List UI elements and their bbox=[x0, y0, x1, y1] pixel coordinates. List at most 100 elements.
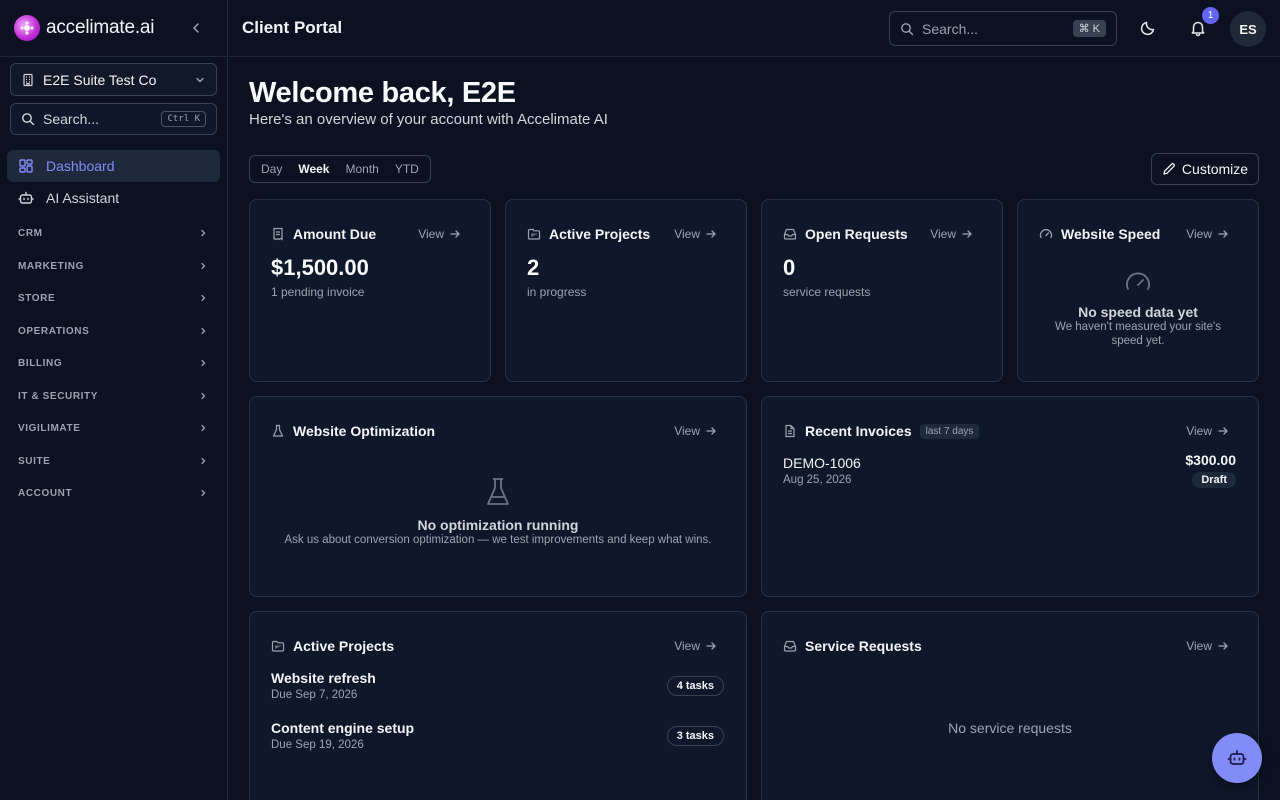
arrow-right-icon bbox=[961, 228, 973, 240]
card-title: Recent Invoices bbox=[805, 423, 912, 439]
gauge-icon bbox=[1018, 268, 1258, 296]
page-title: Client Portal bbox=[242, 18, 343, 37]
arrow-right-icon bbox=[1217, 425, 1229, 437]
card-title: Service Requests bbox=[805, 638, 922, 654]
sidebar-group-account[interactable]: ACCOUNT bbox=[18, 483, 208, 503]
view-link[interactable]: View bbox=[418, 227, 461, 241]
invoice-date: Aug 25, 2026 bbox=[783, 474, 852, 486]
collapse-sidebar-chevron-left-icon[interactable] bbox=[188, 20, 204, 36]
view-link[interactable]: View bbox=[674, 424, 717, 438]
sidebar-group-crm[interactable]: CRM bbox=[18, 223, 208, 243]
speed-empty-state: No speed data yet We haven't measured yo… bbox=[1018, 268, 1258, 348]
invoice-amount-group: $300.00 Draft bbox=[1185, 452, 1236, 488]
chevron-down-icon bbox=[194, 74, 206, 86]
view-label: View bbox=[674, 424, 700, 438]
inbox-icon bbox=[783, 227, 797, 241]
sidebar-item-dashboard[interactable]: Dashboard bbox=[7, 150, 220, 182]
brand-logo-icon bbox=[14, 15, 40, 41]
view-link[interactable]: View bbox=[1186, 424, 1229, 438]
sidebar-group-operations[interactable]: OPERATIONS bbox=[18, 321, 208, 341]
organization-name: E2E Suite Test Co bbox=[43, 71, 157, 88]
open-requests-card: Open Requests View 0 service requests bbox=[761, 199, 1003, 382]
project-row[interactable]: Website refresh Due Sep 7, 2026 bbox=[271, 670, 376, 701]
arrow-right-icon bbox=[705, 425, 717, 437]
moon-icon[interactable] bbox=[1139, 19, 1157, 37]
brand[interactable]: accelimate.ai bbox=[14, 14, 154, 42]
sidebar-item-ai-assistant[interactable]: AI Assistant bbox=[7, 182, 220, 214]
sidebar-group-billing[interactable]: BILLING bbox=[18, 353, 208, 373]
pencil-icon bbox=[1162, 162, 1176, 176]
arrow-right-icon bbox=[1217, 640, 1229, 652]
customize-button[interactable]: Customize bbox=[1151, 153, 1259, 185]
open-requests-note: service requests bbox=[783, 285, 871, 299]
card-title: Active Projects bbox=[549, 226, 651, 242]
speed-empty-desc: We haven't measured your site's speed ye… bbox=[1055, 321, 1221, 347]
receipt-icon bbox=[271, 227, 285, 241]
inbox-icon bbox=[783, 639, 797, 653]
folder-kanban-icon bbox=[271, 639, 285, 653]
sidebar-group-label: MARKETING bbox=[18, 260, 84, 272]
sidebar-search-input[interactable]: Search... Ctrl K bbox=[10, 103, 217, 135]
view-link[interactable]: View bbox=[674, 639, 717, 653]
avatar[interactable]: ES bbox=[1230, 11, 1266, 47]
invoice-row[interactable]: DEMO-1006 Aug 25, 2026 bbox=[783, 455, 861, 486]
bot-icon bbox=[1227, 748, 1247, 768]
customize-label: Customize bbox=[1181, 161, 1249, 177]
optimization-empty-desc: Ask us about conversion optimization — w… bbox=[284, 534, 712, 546]
service-requests-card: Service Requests View No service request… bbox=[761, 611, 1259, 800]
global-search-input[interactable]: Search... ⌘ K bbox=[889, 11, 1117, 46]
date-range-badge: last 7 days bbox=[919, 423, 980, 439]
arrow-right-icon bbox=[705, 640, 717, 652]
arrow-right-icon bbox=[705, 228, 717, 240]
chevron-right-icon bbox=[198, 326, 208, 336]
view-link[interactable]: View bbox=[1186, 227, 1229, 241]
range-tab-ytd[interactable]: YTD bbox=[387, 158, 427, 180]
view-link[interactable]: View bbox=[674, 227, 717, 241]
sidebar-group-label: VIGILIMATE bbox=[18, 422, 81, 434]
project-due-date: Due Sep 19, 2026 bbox=[271, 739, 364, 751]
range-tab-day[interactable]: Day bbox=[253, 158, 290, 180]
chevron-right-icon bbox=[198, 391, 208, 401]
bot-icon bbox=[18, 190, 34, 206]
chevron-right-icon bbox=[198, 228, 208, 238]
range-tab-month[interactable]: Month bbox=[337, 158, 386, 180]
folder-kanban-icon bbox=[527, 227, 541, 241]
organization-select[interactable]: E2E Suite Test Co bbox=[10, 63, 217, 96]
range-tab-week[interactable]: Week bbox=[290, 158, 337, 180]
view-link[interactable]: View bbox=[930, 227, 973, 241]
card-title: Website Optimization bbox=[293, 423, 436, 439]
amount-due-card: Amount Due View $1,500.00 1 pending invo… bbox=[249, 199, 491, 382]
optimization-empty-state: No optimization running Ask us about con… bbox=[250, 477, 746, 547]
sidebar-group-suite[interactable]: SUITE bbox=[18, 451, 208, 471]
welcome-subtitle: Here's an overview of your account with … bbox=[249, 111, 608, 128]
gauge-icon bbox=[1039, 227, 1053, 241]
tasks-count-badge: 4 tasks bbox=[666, 676, 724, 696]
sidebar-group-marketing[interactable]: MARKETING bbox=[18, 256, 208, 276]
sidebar-group-it-security[interactable]: IT & SECURITY bbox=[18, 386, 208, 406]
dashboard-icon bbox=[18, 158, 34, 174]
amount-due-value: $1,500.00 bbox=[271, 255, 369, 280]
card-header: Recent Invoices last 7 days bbox=[783, 423, 1236, 439]
sidebar-item-label: Dashboard bbox=[46, 158, 115, 174]
sidebar-group-store[interactable]: STORE bbox=[18, 288, 208, 308]
flask-icon bbox=[250, 477, 746, 507]
sidebar-group-label: BILLING bbox=[18, 357, 63, 369]
view-link[interactable]: View bbox=[1186, 639, 1229, 653]
card-header: Active Projects bbox=[271, 638, 724, 654]
chevron-right-icon bbox=[198, 423, 208, 433]
recent-invoices-card: Recent Invoices last 7 days View DEMO-10… bbox=[761, 396, 1259, 597]
chevron-right-icon bbox=[198, 261, 208, 271]
building-icon bbox=[21, 73, 35, 87]
project-row[interactable]: Content engine setup Due Sep 19, 2026 bbox=[271, 720, 414, 751]
invoice-amount: $300.00 bbox=[1185, 452, 1236, 468]
open-requests-value: 0 bbox=[783, 255, 796, 280]
ai-assistant-fab[interactable] bbox=[1212, 733, 1262, 783]
service-requests-empty-text: No service requests bbox=[948, 720, 1072, 736]
flask-icon bbox=[271, 424, 285, 438]
sidebar-item-label: AI Assistant bbox=[46, 190, 120, 206]
sidebar-group-vigilimate[interactable]: VIGILIMATE bbox=[18, 418, 208, 438]
chevron-right-icon bbox=[198, 456, 208, 466]
view-label: View bbox=[1186, 639, 1212, 653]
card-title: Active Projects bbox=[293, 638, 395, 654]
amount-due-note: 1 pending invoice bbox=[271, 285, 365, 299]
